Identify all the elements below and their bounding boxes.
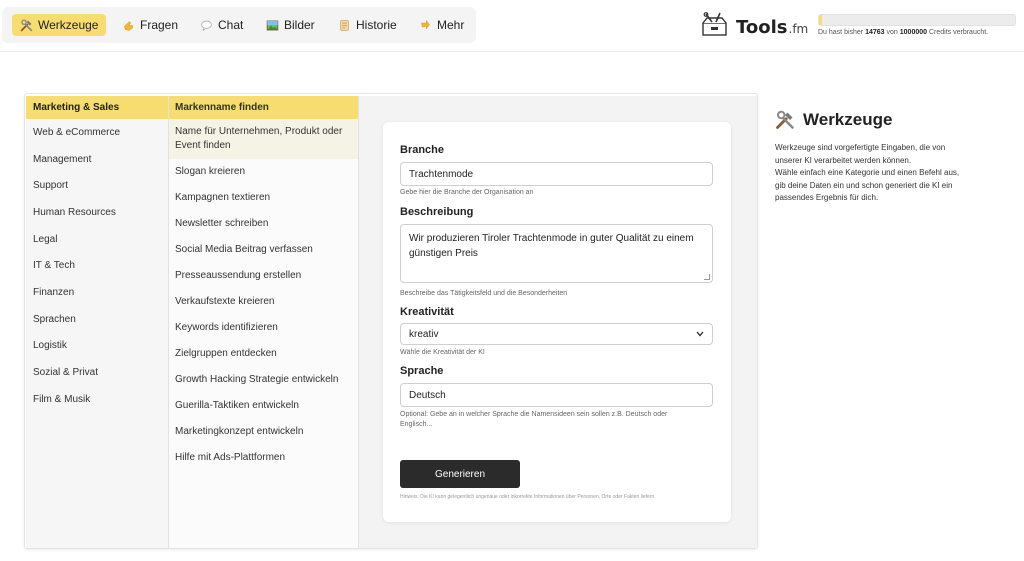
- category-item[interactable]: Marketing & Sales: [26, 96, 168, 119]
- pointing-hand-icon: [421, 19, 430, 29]
- category-item[interactable]: Film & Musik: [26, 386, 168, 413]
- category-item[interactable]: Sozial & Privat: [26, 359, 168, 386]
- form-area: Branche Trachtenmode Gebe hier die Branc…: [359, 96, 757, 548]
- category-item[interactable]: Human Resources: [26, 199, 168, 226]
- credits-total: 1000000: [899, 29, 928, 36]
- branche-input[interactable]: Trachtenmode: [400, 162, 713, 186]
- main-nav: Werkzeuge Fragen Chat Bilder Historie Me…: [2, 7, 476, 43]
- info-text: Werkzeuge sind vorgefertigte Eingaben, d…: [775, 143, 960, 202]
- nav-label: Fragen: [140, 18, 179, 32]
- tool-item[interactable]: Keywords identifizieren: [169, 315, 358, 341]
- nav-werkzeuge[interactable]: Werkzeuge: [12, 14, 107, 36]
- ai-disclaimer: Hinweis: Die KI kann gelegentlich ungena…: [400, 494, 656, 500]
- tool-form: Branche Trachtenmode Gebe hier die Branc…: [383, 122, 731, 522]
- beschreibung-textarea[interactable]: Wir produzieren Tiroler Trachtenmode in …: [400, 224, 713, 283]
- brand-suffix: .fm: [788, 22, 809, 36]
- chevron-down-icon: [696, 331, 704, 337]
- tool-item[interactable]: Guerilla-Taktiken entwickeln: [169, 393, 358, 419]
- credits-progress-bar: [818, 14, 1016, 26]
- nav-label: Bilder: [284, 18, 315, 32]
- tool-item[interactable]: Growth Hacking Strategie entwickeln: [169, 367, 358, 393]
- tool-item[interactable]: Social Media Beitrag verfassen: [169, 237, 358, 263]
- beschreibung-label: Beschreibung: [400, 206, 474, 218]
- info-box: Werkzeuge Werkzeuge sind vorgefertigte E…: [775, 110, 985, 205]
- category-item[interactable]: IT & Tech: [26, 252, 168, 279]
- category-item[interactable]: Sprachen: [26, 306, 168, 333]
- credits-text: Du hast bisher 14763 von 1000000 Credits…: [818, 29, 989, 36]
- sprache-help: Optional: Gebe an in welcher Sprache die…: [400, 411, 668, 428]
- branche-help: Gebe hier die Branche der Organisation a…: [400, 189, 534, 196]
- tool-item[interactable]: Name für Unternehmen, Produkt oder Event…: [169, 119, 358, 159]
- sprache-input[interactable]: Deutsch: [400, 383, 713, 407]
- tool-item[interactable]: Markenname finden: [169, 96, 358, 119]
- top-navigation-bar: Werkzeuge Fragen Chat Bilder Historie Me…: [0, 0, 1024, 52]
- speech-bubble-icon: [201, 20, 212, 31]
- beschreibung-help: Beschreibe das Tätigkeitsfeld und die Be…: [400, 290, 568, 297]
- branche-label: Branche: [400, 144, 445, 156]
- info-title: Werkzeuge: [775, 110, 985, 130]
- scroll-icon: [340, 19, 349, 31]
- nav-chat[interactable]: Chat: [192, 14, 251, 36]
- pointing-hand-icon: [124, 20, 133, 31]
- nav-label: Werkzeuge: [38, 18, 99, 32]
- tools-icon: [20, 18, 33, 31]
- resize-handle[interactable]: [704, 274, 710, 280]
- tool-item[interactable]: Zielgruppen entdecken: [169, 341, 358, 367]
- sprache-label: Sprache: [400, 365, 444, 377]
- tool-item[interactable]: Kampagnen textieren: [169, 185, 358, 211]
- toolbox-logo-icon: [702, 12, 727, 36]
- category-item[interactable]: Logistik: [26, 333, 168, 360]
- brand-logo[interactable]: Tools .fm: [700, 12, 808, 38]
- picture-icon: [266, 20, 279, 30]
- kreativitaet-help: Wähle die Kreativität der KI: [400, 349, 485, 356]
- credits-widget: Du hast bisher 14763 von 1000000 Credits…: [818, 14, 1016, 36]
- tool-panel: Marketing & Sales Web & eCommerce Manageme…: [24, 93, 758, 549]
- category-item[interactable]: Finanzen: [26, 279, 168, 306]
- category-item[interactable]: Web & eCommerce: [26, 119, 168, 146]
- generate-button[interactable]: Generieren: [400, 460, 520, 488]
- credits-progress-fill: [819, 15, 822, 25]
- nav-label: Mehr: [437, 18, 465, 32]
- tools-icon: [776, 110, 794, 129]
- category-item[interactable]: Management: [26, 146, 168, 173]
- nav-historie[interactable]: Historie: [330, 14, 405, 36]
- nav-label: Chat: [218, 18, 244, 32]
- tool-item[interactable]: Slogan kreieren: [169, 159, 358, 185]
- nav-mehr[interactable]: Mehr: [411, 14, 472, 36]
- nav-label: Historie: [356, 18, 397, 32]
- tool-item[interactable]: Newsletter schreiben: [169, 211, 358, 237]
- category-item[interactable]: Legal: [26, 226, 168, 253]
- tool-list: Markenname finden Name für Unternehmen, P…: [169, 96, 359, 548]
- tool-item[interactable]: Marketingkonzept entwickeln: [169, 419, 358, 445]
- nav-fragen[interactable]: Fragen: [114, 14, 186, 36]
- brand-name: Tools: [736, 17, 788, 38]
- nav-bilder[interactable]: Bilder: [258, 14, 323, 36]
- tool-item[interactable]: Hilfe mit Ads-Plattformen: [169, 445, 358, 471]
- category-item[interactable]: Support: [26, 172, 168, 199]
- credits-used: 14763: [865, 29, 885, 36]
- tool-item[interactable]: Presseaussendung erstellen: [169, 263, 358, 289]
- category-list: Marketing & Sales Web & eCommerce Manageme…: [26, 96, 169, 548]
- kreativitaet-label: Kreativität: [400, 306, 454, 318]
- tool-item[interactable]: Verkaufstexte kreieren: [169, 289, 358, 315]
- kreativitaet-select[interactable]: kreativ: [400, 323, 713, 345]
